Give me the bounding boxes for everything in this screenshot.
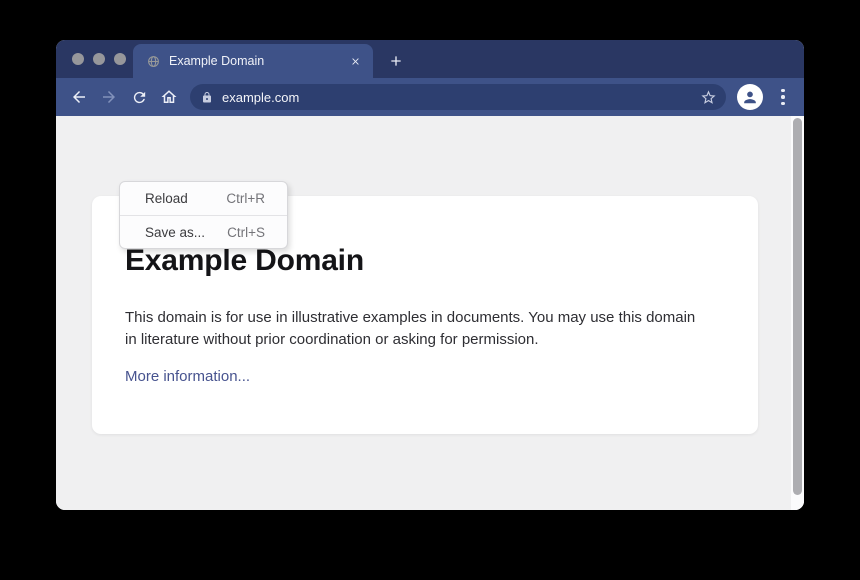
back-button[interactable] bbox=[64, 82, 94, 112]
scrollbar-track[interactable] bbox=[791, 116, 804, 510]
menu-item-shortcut: Ctrl+S bbox=[227, 225, 265, 240]
tab-close-icon[interactable] bbox=[345, 51, 365, 71]
menu-item-label: Save as... bbox=[145, 225, 227, 240]
window-minimize-button[interactable] bbox=[93, 53, 105, 65]
reload-icon bbox=[131, 89, 148, 106]
navigation-toolbar: example.com bbox=[56, 78, 804, 116]
tab-title: Example Domain bbox=[169, 54, 345, 68]
window-controls bbox=[72, 53, 126, 65]
new-tab-button[interactable] bbox=[382, 47, 410, 75]
forward-icon bbox=[100, 88, 118, 106]
home-button[interactable] bbox=[154, 82, 184, 112]
page-viewport: Example Domain This domain is for use in… bbox=[56, 116, 804, 510]
address-bar[interactable]: example.com bbox=[190, 84, 726, 110]
titlebar: Example Domain bbox=[56, 40, 804, 78]
menu-dot bbox=[781, 89, 785, 93]
url-text: example.com bbox=[222, 90, 700, 105]
menu-item-label: Reload bbox=[145, 191, 226, 206]
bookmark-star-icon[interactable] bbox=[700, 89, 717, 106]
menu-item-shortcut: Ctrl+R bbox=[226, 191, 265, 206]
reload-button[interactable] bbox=[124, 82, 154, 112]
window-zoom-button[interactable] bbox=[114, 53, 126, 65]
person-avatar-icon bbox=[740, 87, 760, 107]
context-menu-item-save-as[interactable]: Save as... Ctrl+S bbox=[120, 215, 287, 248]
browser-window: Example Domain bbox=[56, 40, 804, 510]
context-menu-item-reload[interactable]: Reload Ctrl+R bbox=[120, 182, 287, 215]
window-close-button[interactable] bbox=[72, 53, 84, 65]
lock-icon[interactable] bbox=[201, 91, 213, 104]
page-paragraph: This domain is for use in illustrative e… bbox=[125, 307, 711, 351]
menu-dot bbox=[781, 95, 785, 99]
context-menu: Reload Ctrl+R Save as... Ctrl+S bbox=[119, 181, 288, 249]
more-information-link[interactable]: More information... bbox=[125, 368, 250, 385]
tab-example-domain[interactable]: Example Domain bbox=[133, 44, 373, 78]
browser-menu-button[interactable] bbox=[772, 84, 794, 110]
back-icon bbox=[70, 88, 88, 106]
scrollbar-thumb[interactable] bbox=[793, 118, 802, 495]
profile-button[interactable] bbox=[737, 84, 763, 110]
home-icon bbox=[160, 88, 178, 106]
favicon-globe-icon bbox=[147, 55, 160, 68]
forward-button[interactable] bbox=[94, 82, 124, 112]
menu-dot bbox=[781, 102, 785, 106]
